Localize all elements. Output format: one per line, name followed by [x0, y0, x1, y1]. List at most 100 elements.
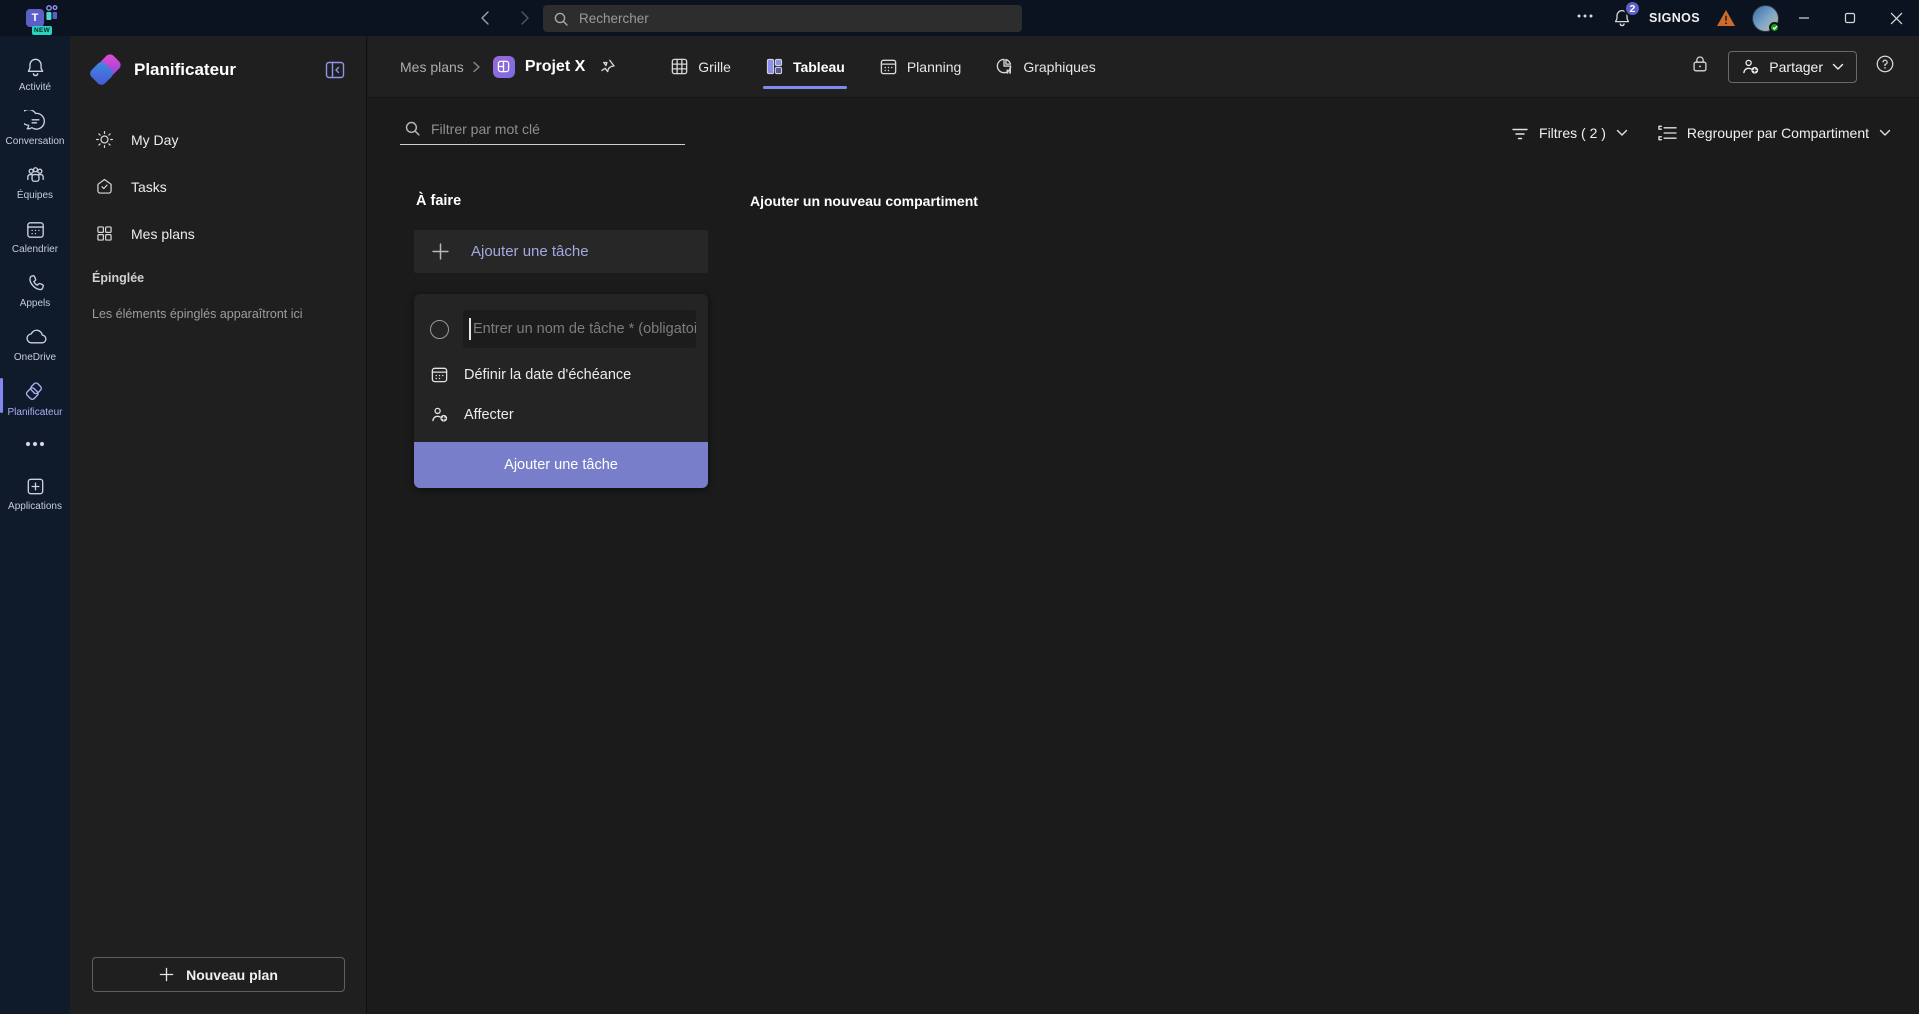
app-rail: Activité Conversation Équipes Calendrier [0, 36, 70, 1014]
tab-schedule[interactable]: Planning [867, 36, 974, 98]
group-by-icon [1658, 125, 1677, 141]
bucket-title[interactable]: À faire [414, 193, 708, 209]
rail-item-onedrive[interactable]: OneDrive [0, 318, 70, 372]
pinned-section-title: Épinglée [70, 257, 366, 285]
title-bar: T NEW [0, 0, 1919, 36]
task-name-field[interactable] [463, 310, 696, 348]
phone-icon [24, 272, 47, 295]
new-badge: NEW [32, 26, 52, 35]
search-icon [404, 120, 421, 137]
text-caret [469, 318, 471, 340]
grid-view-icon [670, 57, 689, 76]
forward-button[interactable] [514, 8, 534, 28]
rail-item-apps[interactable]: Applications [0, 467, 70, 521]
plan-title: Projet X [525, 58, 585, 76]
notifications-button[interactable]: 2 [1611, 7, 1633, 29]
assign-button[interactable]: Affecter [414, 395, 708, 434]
notification-count-badge: 2 [1624, 0, 1641, 17]
bucket-column-todo: À faire Ajouter une tâche [414, 193, 708, 488]
calendar-icon [430, 365, 449, 384]
new-task-card: Définir la date d'échéance Affecter Ajou… [414, 294, 708, 488]
charts-icon [995, 57, 1014, 76]
planner-icon [23, 380, 47, 404]
new-plan-button[interactable]: Nouveau plan [92, 957, 345, 992]
plan-icon [493, 56, 515, 78]
back-button[interactable] [476, 8, 496, 28]
planner-sidebar: Planificateur My Day Tasks Mes plans [70, 36, 367, 1014]
bell-icon [24, 56, 47, 79]
submit-add-task-button[interactable]: Ajouter une tâche [414, 442, 708, 488]
filter-keyword-input[interactable] [431, 121, 661, 137]
privacy-lock-icon[interactable] [1690, 54, 1710, 79]
pinned-empty-hint: Les éléments épinglés apparaîtront ici [70, 285, 366, 321]
app-title: Planificateur [134, 60, 322, 80]
chevron-down-icon [1879, 129, 1891, 137]
grid-icon [94, 223, 115, 244]
search-input[interactable] [579, 11, 959, 26]
sidebar-item-tasks[interactable]: Tasks [70, 163, 366, 210]
filter-icon [1511, 126, 1529, 140]
person-add-icon [1741, 58, 1760, 75]
task-complete-circle[interactable] [430, 320, 449, 339]
status-available-icon [1769, 22, 1780, 33]
people-icon [23, 164, 48, 187]
tab-board[interactable]: Tableau [753, 36, 857, 98]
schedule-icon [879, 57, 898, 76]
planner-logo-icon [92, 56, 122, 84]
sidebar-item-my-day[interactable]: My Day [70, 116, 366, 163]
breadcrumb: Mes plans Projet X [400, 56, 616, 78]
board-toolbar: Filtres ( 2 ) Regrouper par Compartiment [368, 98, 1919, 145]
rail-item-activity[interactable]: Activité [0, 48, 70, 102]
sun-icon [94, 129, 115, 150]
chevron-down-icon [1616, 129, 1628, 137]
plan-header: Mes plans Projet X Grille [368, 36, 1919, 98]
help-button[interactable] [1875, 54, 1895, 79]
add-task-button[interactable]: Ajouter une tâche [414, 230, 708, 273]
chevron-right-icon [472, 61, 481, 73]
minimize-button[interactable] [1781, 0, 1827, 36]
rail-item-teams[interactable]: Équipes [0, 156, 70, 210]
search-icon [553, 11, 569, 27]
more-options-button[interactable] [1575, 6, 1595, 31]
group-by-dropdown[interactable]: Regrouper par Compartiment [1658, 125, 1891, 141]
avatar[interactable] [1752, 5, 1779, 32]
set-due-date-button[interactable]: Définir la date d'échéance [414, 354, 708, 395]
board-view-icon [765, 57, 784, 76]
tab-grid[interactable]: Grille [658, 36, 743, 98]
chat-icon [24, 110, 47, 133]
breadcrumb-my-plans[interactable]: Mes plans [400, 59, 464, 75]
pin-plan-button[interactable] [599, 58, 616, 75]
task-name-input[interactable] [463, 321, 696, 337]
plus-icon [432, 243, 449, 260]
person-add-icon [430, 406, 449, 423]
close-button[interactable] [1873, 0, 1919, 36]
share-button[interactable]: Partager [1728, 51, 1857, 83]
warning-icon[interactable] [1716, 9, 1736, 27]
tab-charts[interactable]: Graphiques [983, 36, 1107, 98]
rail-more-button[interactable] [0, 427, 70, 467]
teams-logo-icon: T NEW [26, 3, 60, 33]
add-new-bucket-button[interactable]: Ajouter un nouveau compartiment [750, 193, 1044, 209]
teams-people-glyph [44, 5, 58, 21]
chevron-down-icon [1832, 63, 1844, 71]
view-tabs: Grille Tableau Planning [658, 36, 1107, 98]
teams-window: T NEW [0, 0, 1919, 1014]
plus-icon [159, 967, 174, 982]
filters-dropdown[interactable]: Filtres ( 2 ) [1511, 125, 1628, 141]
apps-icon [24, 475, 47, 498]
ellipsis-icon [25, 441, 45, 447]
plan-view: Mes plans Projet X Grille [368, 36, 1919, 1014]
collapse-sidebar-button[interactable] [322, 58, 348, 82]
add-bucket-column: Ajouter un nouveau compartiment [750, 193, 1044, 488]
rail-item-calendar[interactable]: Calendrier [0, 210, 70, 264]
rail-item-planner[interactable]: Planificateur [0, 372, 70, 427]
account-name[interactable]: SIGNOS [1649, 11, 1700, 25]
rail-item-calls[interactable]: Appels [0, 264, 70, 318]
tasks-icon [94, 176, 115, 197]
global-search[interactable] [543, 5, 1022, 32]
calendar-icon [24, 218, 47, 241]
rail-item-chat[interactable]: Conversation [0, 102, 70, 156]
maximize-button[interactable] [1827, 0, 1873, 36]
keyword-filter[interactable] [400, 116, 685, 145]
sidebar-item-my-plans[interactable]: Mes plans [70, 210, 366, 257]
